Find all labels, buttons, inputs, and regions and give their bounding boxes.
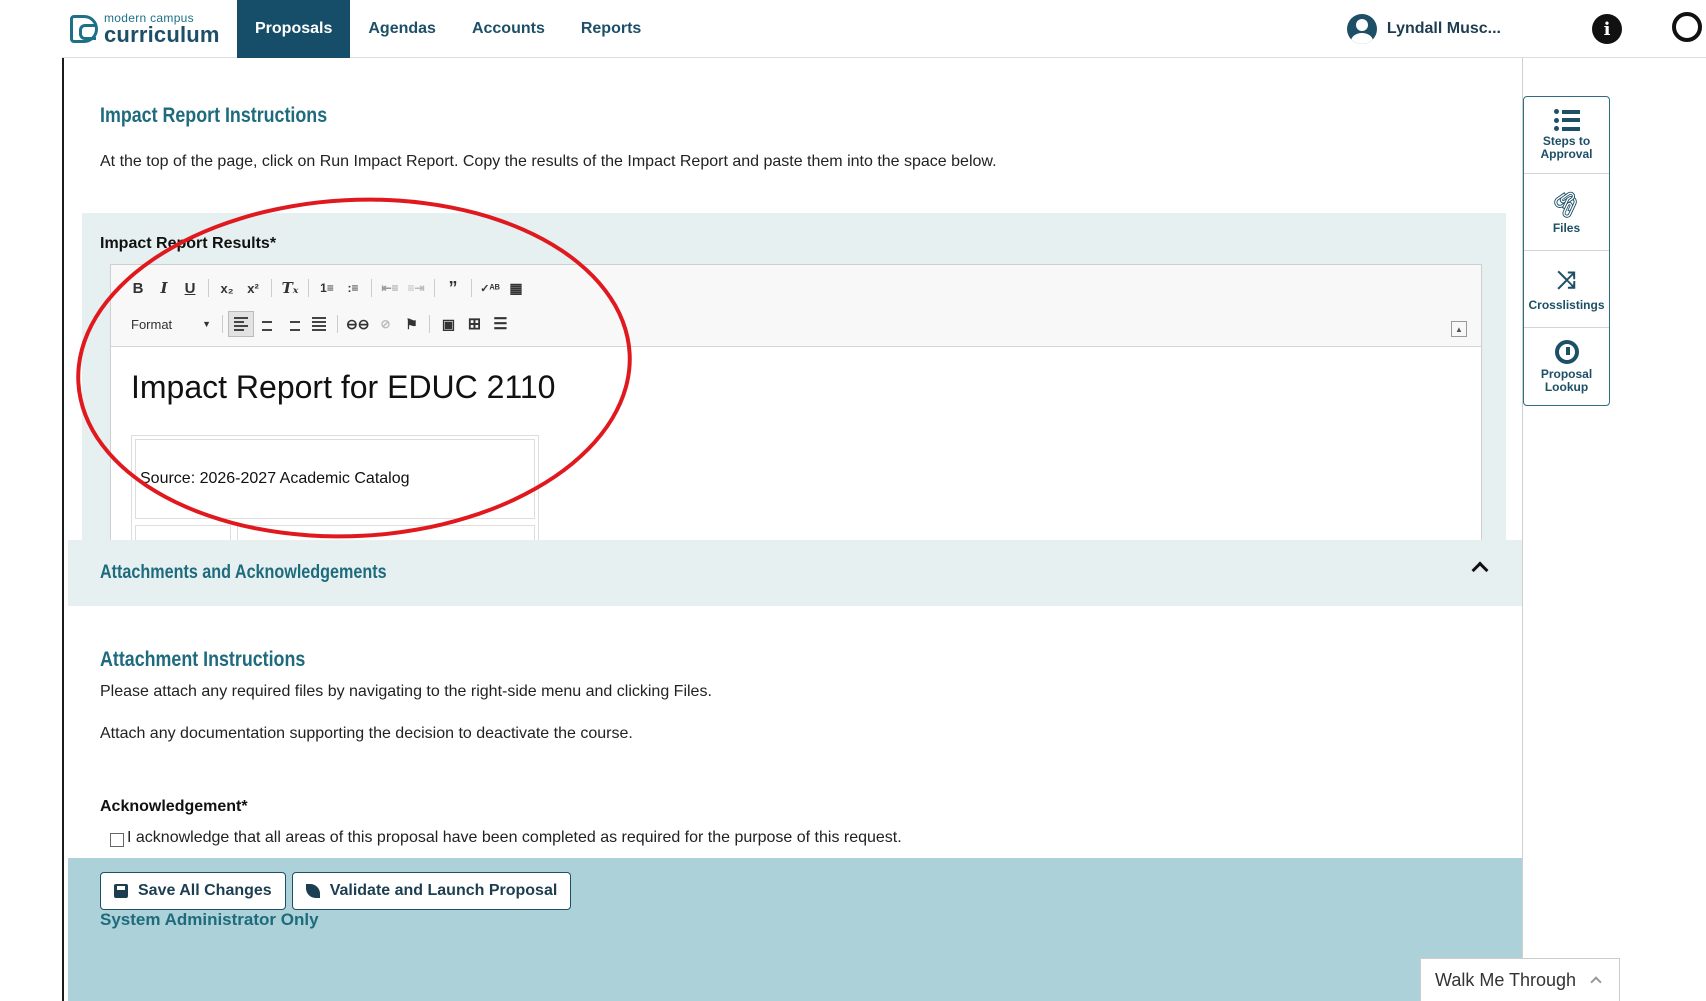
attachment-instructions-line2: Attach any documentation supporting the … xyxy=(100,725,633,742)
impact-results-label: Impact Report Results* xyxy=(100,235,277,252)
attachment-instructions-title: Attachment Instructions xyxy=(100,648,306,671)
history-icon xyxy=(1554,339,1579,364)
nav-tab-proposals[interactable]: Proposals xyxy=(237,0,351,58)
side-item-files[interactable]: 🖇 Files xyxy=(1524,174,1609,251)
superscript-button[interactable]: x² xyxy=(240,275,266,301)
impact-instructions-title: Impact Report Instructions xyxy=(100,104,328,127)
editor-content[interactable]: Impact Report for EDUC 2110 Source: 2026… xyxy=(111,347,1481,563)
main-nav: Proposals Agendas Accounts Reports xyxy=(237,0,659,58)
horizontal-line-icon[interactable]: ☰ xyxy=(487,311,513,337)
side-item-label: Crosslistings xyxy=(1528,297,1605,312)
attachment-instructions-line1: Please attach any required files by navi… xyxy=(100,683,712,700)
editor-toolbar: B I U x₂ x² Tₓ 1≡ :≡ ⇤≡ ≡⇥ ” ✓ᴬᴮ ▦ Forma… xyxy=(111,265,1481,347)
numbered-list-button[interactable]: 1≡ xyxy=(314,275,340,301)
side-item-crosslistings[interactable]: ⤨ Crosslistings xyxy=(1524,251,1609,328)
form-footer: Save All Changes Validate and Launch Pro… xyxy=(68,858,1522,1001)
paperclip-icon: 🖇 xyxy=(1546,183,1587,224)
walk-me-through-widget[interactable]: Walk Me Through xyxy=(1420,958,1620,1001)
list-icon xyxy=(1553,109,1580,132)
side-tools-panel: Steps to Approval 🖇 Files ⤨ Crosslisting… xyxy=(1523,96,1610,406)
app-logo[interactable]: modern campus curriculum xyxy=(70,12,220,46)
format-dropdown-label: Format xyxy=(131,316,173,332)
nav-tab-reports[interactable]: Reports xyxy=(563,0,659,58)
validate-launch-button[interactable]: Validate and Launch Proposal xyxy=(291,872,572,910)
attachments-accordion-header[interactable]: Attachments and Acknowledgements xyxy=(68,540,1522,606)
align-right-button[interactable] xyxy=(280,311,306,337)
nav-tab-agendas[interactable]: Agendas xyxy=(350,0,454,58)
spellcheck-button[interactable]: ✓ᴬᴮ xyxy=(477,275,503,301)
caret-down-icon: ▼ xyxy=(202,319,211,329)
top-navbar: modern campus curriculum Proposals Agend… xyxy=(62,0,1706,58)
info-icon[interactable]: i xyxy=(1592,14,1622,44)
blockquote-button[interactable]: ” xyxy=(440,275,466,301)
user-menu[interactable]: Lyndall Musc... xyxy=(1346,14,1501,44)
outdent-button[interactable]: ⇤≡ xyxy=(377,275,403,301)
save-button-label: Save All Changes xyxy=(138,882,272,899)
paste-from-word-icon[interactable]: ▦ xyxy=(503,275,529,301)
walk-me-label: Walk Me Through xyxy=(1435,969,1577,990)
anchor-flag-icon[interactable]: ⚑ xyxy=(398,311,424,337)
user-name: Lyndall Musc... xyxy=(1386,20,1501,37)
unlink-icon[interactable]: ⊘ xyxy=(372,311,398,337)
indent-button[interactable]: ≡⇥ xyxy=(403,275,429,301)
side-item-proposal-lookup[interactable]: Proposal Lookup xyxy=(1524,328,1609,405)
side-item-steps-to-approval[interactable]: Steps to Approval xyxy=(1524,97,1609,174)
table-icon[interactable]: ⊞ xyxy=(461,311,487,337)
nav-tab-accounts[interactable]: Accounts xyxy=(454,0,563,58)
rocket-icon xyxy=(305,884,320,898)
save-all-changes-button[interactable]: Save All Changes xyxy=(100,872,286,910)
italic-button[interactable]: I xyxy=(151,275,177,301)
image-icon[interactable]: ▣ xyxy=(435,311,461,337)
acknowledgement-row: I acknowledge that all areas of this pro… xyxy=(110,829,902,847)
acknowledgement-text: I acknowledge that all areas of this pro… xyxy=(127,829,902,846)
chevron-up-small-icon xyxy=(1590,976,1602,988)
underline-button[interactable]: U xyxy=(177,275,203,301)
report-heading: Impact Report for EDUC 2110 xyxy=(131,369,556,405)
justify-button[interactable] xyxy=(306,311,332,337)
proposal-form: Impact Report Instructions At the top of… xyxy=(67,58,1523,1001)
chevron-up-icon[interactable] xyxy=(1471,561,1489,579)
logo-text-bottom: curriculum xyxy=(104,22,220,47)
toolbar-collapse-button[interactable]: ▲ xyxy=(1451,321,1467,337)
side-item-label: Steps to Approval xyxy=(1540,134,1593,161)
system-admin-heading: System Administrator Only xyxy=(100,910,319,929)
clear-format-button[interactable]: Tₓ xyxy=(277,275,303,301)
attachments-section-title: Attachments and Acknowledgements xyxy=(100,562,387,583)
link-icon[interactable]: ⊖⊖ xyxy=(343,311,372,337)
bold-button[interactable]: B xyxy=(125,275,151,301)
bullet-list-button[interactable]: :≡ xyxy=(340,275,366,301)
acknowledgement-label: Acknowledgement* xyxy=(100,798,248,815)
search-icon[interactable] xyxy=(1672,12,1702,42)
logo-mark-icon xyxy=(70,15,98,43)
format-dropdown[interactable]: Format ▼ xyxy=(125,311,217,337)
avatar-icon xyxy=(1346,14,1377,44)
rich-text-editor: B I U x₂ x² Tₓ 1≡ :≡ ⇤≡ ≡⇥ ” ✓ᴬᴮ ▦ Forma… xyxy=(110,264,1482,564)
save-icon xyxy=(114,884,128,898)
validate-button-label: Validate and Launch Proposal xyxy=(329,882,558,899)
shuffle-icon: ⤨ xyxy=(1556,266,1577,294)
report-source-cell: Source: 2026-2027 Academic Catalog xyxy=(135,439,535,519)
subscript-button[interactable]: x₂ xyxy=(214,275,240,301)
align-left-button[interactable] xyxy=(228,311,254,337)
align-center-button[interactable] xyxy=(254,311,280,337)
impact-instructions-text: At the top of the page, click on Run Imp… xyxy=(100,153,997,170)
side-item-label: Files xyxy=(1552,221,1581,236)
acknowledgement-checkbox[interactable] xyxy=(110,833,124,847)
side-item-label: Proposal Lookup xyxy=(1540,366,1593,394)
